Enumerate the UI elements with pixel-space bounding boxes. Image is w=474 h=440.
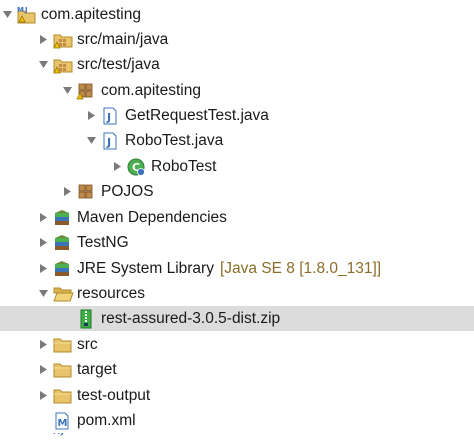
svg-text:J: J <box>60 433 64 436</box>
chevron-right-icon[interactable] <box>36 256 50 281</box>
tree-item-label: com.apitesting <box>41 5 141 23</box>
maven-file-icon: M <box>52 411 72 431</box>
tree-item-label: GetRequestTest.java <box>125 106 269 124</box>
folder-icon <box>52 360 72 380</box>
tree-item-maven-dependencies[interactable]: Maven Dependencies <box>36 205 474 230</box>
tree-item-label: src <box>77 335 98 353</box>
chevron-down-icon[interactable] <box>60 78 74 103</box>
chevron-down-icon[interactable] <box>36 281 50 306</box>
chevron-right-icon[interactable] <box>60 179 74 204</box>
library-icon <box>52 208 72 228</box>
chevron-right-icon[interactable] <box>84 103 98 128</box>
project-explorer-tree: M J com.apitesting src/main/java src/tes… <box>0 0 474 440</box>
source-folder-icon <box>52 55 73 75</box>
package-icon <box>76 182 96 202</box>
tree-item-label: target <box>77 360 117 378</box>
tree-item-pom-xml[interactable]: M pom.xml <box>36 408 474 433</box>
zip-file-icon <box>76 309 96 329</box>
tree-item-label: com.apitesting <box>101 81 201 99</box>
tree-item-clipped: M J <box>36 433 474 440</box>
chevron-right-icon[interactable] <box>36 332 50 357</box>
tree-item-label: rest-assured-3.0.5-dist.zip <box>101 309 281 327</box>
tree-item-get-request-test-java[interactable]: J GetRequestTest.java <box>84 103 474 128</box>
maven-project-icon: M J <box>52 433 72 440</box>
java-file-icon: J <box>100 131 120 151</box>
tree-item-jre-system-library[interactable]: JRE System Library [Java SE 8 [1.8.0_131… <box>36 256 474 281</box>
java-file-icon: J <box>100 106 120 126</box>
svg-text:M: M <box>17 6 24 14</box>
tree-item-package-com-apitesting[interactable]: com.apitesting <box>60 78 474 103</box>
tree-item-src-test-java[interactable]: src/test/java <box>36 52 474 77</box>
tree-item-test-output[interactable]: test-output <box>36 383 474 408</box>
chevron-right-icon[interactable] <box>36 357 50 382</box>
tree-item-src[interactable]: src <box>36 332 474 357</box>
tree-item-label: src/test/java <box>77 55 160 73</box>
tree-item-testng[interactable]: TestNG <box>36 230 474 255</box>
folder-open-icon <box>52 284 74 304</box>
chevron-right-icon[interactable] <box>36 205 50 230</box>
chevron-down-icon[interactable] <box>84 128 98 153</box>
folder-icon <box>52 335 72 355</box>
tree-item-label: src/main/java <box>77 30 169 48</box>
tree-item-src-main-java[interactable]: src/main/java <box>36 27 474 52</box>
tree-item-target[interactable]: target <box>36 357 474 382</box>
tree-item-label: test-output <box>77 386 151 404</box>
source-folder-icon <box>52 30 73 50</box>
maven-project-icon: M J <box>16 5 36 25</box>
tree-item-com-apitesting-project[interactable]: M J com.apitesting <box>0 2 474 27</box>
chevron-right-icon[interactable] <box>36 383 50 408</box>
package-icon <box>76 81 96 101</box>
tree-item-package-pojos[interactable]: POJOS <box>60 179 474 204</box>
tree-item-label: RoboTest.java <box>125 131 224 149</box>
svg-text:J: J <box>106 111 111 124</box>
chevron-right-icon[interactable] <box>36 230 50 255</box>
tree-item-label: Maven Dependencies <box>77 208 227 226</box>
tree-item-label: pom.xml <box>77 411 136 429</box>
library-icon <box>52 233 72 253</box>
folder-icon <box>52 386 72 406</box>
svg-text:M: M <box>53 433 60 436</box>
svg-text:M: M <box>58 418 68 429</box>
tree-item-label: TestNG <box>77 233 129 251</box>
jre-version-decoration: [Java SE 8 [1.8.0_131]] <box>219 259 382 277</box>
tree-item-label: resources <box>77 284 146 302</box>
tree-item-label: RoboTest <box>151 157 217 175</box>
java-class-icon: C <box>126 157 146 177</box>
svg-text:J: J <box>106 136 111 149</box>
chevron-right-icon[interactable] <box>36 27 50 52</box>
tree-item-label: POJOS <box>101 182 154 200</box>
tree-item-robo-test-class[interactable]: C RoboTest <box>110 154 474 179</box>
tree-item-robo-test-java[interactable]: J RoboTest.java <box>84 128 474 153</box>
chevron-down-icon[interactable] <box>0 2 14 27</box>
tree-item-resources[interactable]: resources <box>36 281 474 306</box>
chevron-down-icon[interactable] <box>36 52 50 77</box>
tree-item-rest-assured-zip[interactable]: rest-assured-3.0.5-dist.zip <box>0 306 474 331</box>
svg-text:J: J <box>24 6 28 14</box>
library-icon <box>52 259 72 279</box>
chevron-right-icon[interactable] <box>110 154 124 179</box>
tree-item-label: JRE System Library <box>77 259 214 277</box>
